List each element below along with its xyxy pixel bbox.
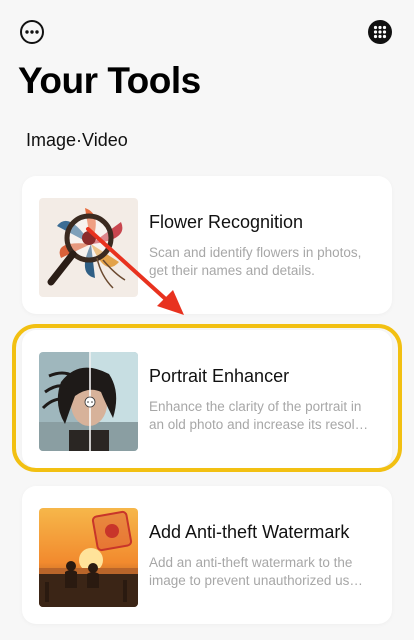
anti-theft-watermark-thumbnail [39,508,138,607]
more-dots-icon [20,20,44,44]
tool-description: Enhance the clarity of the portrait in a… [149,399,369,432]
tool-title: Flower Recognition [149,212,304,232]
tool-title: Portrait Enhancer [149,366,290,386]
section-label: Image·Video [26,130,128,150]
apps-grid-button[interactable] [366,18,394,46]
apps-grid-icon [368,20,392,44]
portrait-enhancer-thumbnail [39,352,138,451]
flower-recognition-thumbnail [39,198,138,297]
tool-card-flower-recognition[interactable]: Flower Recognition Scan and identify flo… [22,176,392,314]
tool-card-portrait-enhancer[interactable]: Portrait Enhancer Enhance the clarity of… [22,330,392,468]
page-title: Your Tools [18,60,201,101]
tool-title: Add Anti-theft Watermark [149,522,350,542]
tool-description: Add an anti-theft watermark to the image… [149,555,363,588]
tool-card-anti-theft-watermark[interactable]: Add Anti-theft Watermark Add an anti-the… [22,486,392,624]
more-options-button[interactable] [18,18,46,46]
tool-description: Scan and identify flowers in photos, get… [149,245,362,278]
